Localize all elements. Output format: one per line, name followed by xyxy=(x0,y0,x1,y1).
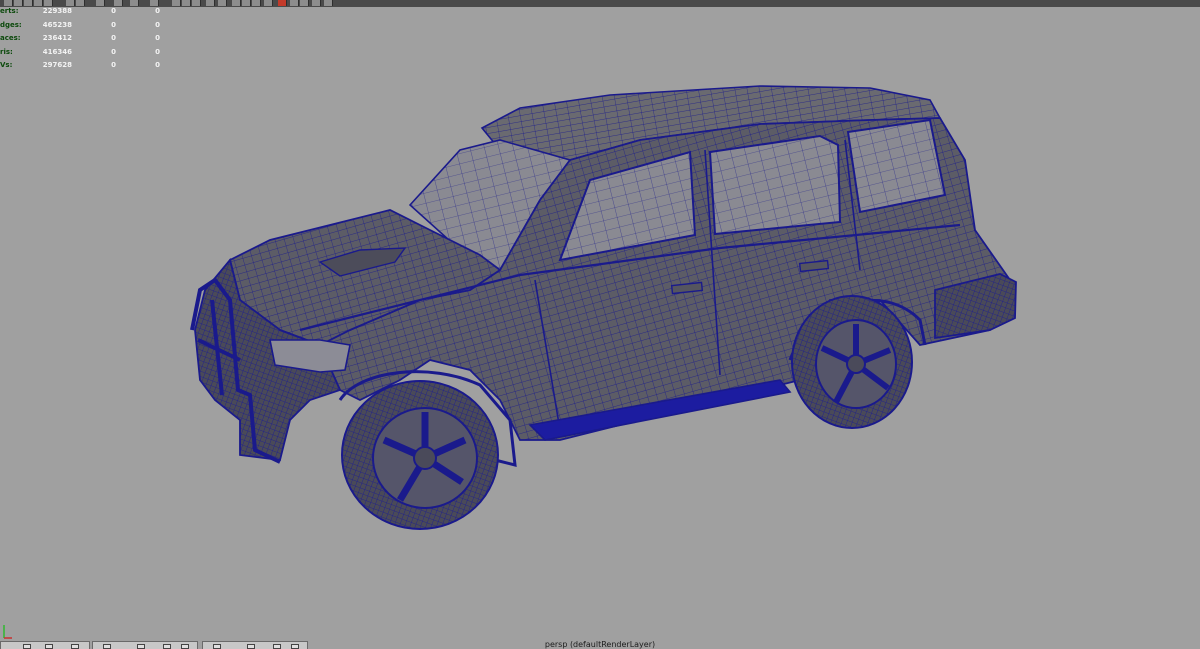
hud-row-edges: dges: 465238 0 0 xyxy=(0,21,170,35)
hud-row-uvs: Vs: 297628 0 0 xyxy=(0,61,170,75)
hud-value: 0 xyxy=(111,34,116,43)
hud-value: 0 xyxy=(111,61,116,70)
hud-row-faces: aces: 236412 0 0 xyxy=(0,34,170,48)
hud-label: dges: xyxy=(0,20,22,29)
poly-count-hud: erts: 229388 0 0 dges: 465238 0 0 aces: … xyxy=(0,7,170,75)
hud-value: 0 xyxy=(155,61,160,70)
hud-value: 0 xyxy=(155,34,160,43)
hud-value: 0 xyxy=(111,7,116,15)
hud-value: 465238 xyxy=(42,20,72,29)
hud-value: 416346 xyxy=(42,47,72,56)
hud-value: 236412 xyxy=(42,34,72,43)
hud-label: ris: xyxy=(0,47,13,56)
quarter-window[interactable] xyxy=(846,118,947,214)
front-wheel[interactable] xyxy=(341,380,499,530)
hud-value: 0 xyxy=(155,20,160,29)
hud-row-verts: erts: 229388 0 0 xyxy=(0,7,170,21)
hud-value: 0 xyxy=(111,47,116,56)
rear-door-window[interactable] xyxy=(708,134,842,236)
suv-model[interactable] xyxy=(190,85,1017,530)
axis-gizmo-icon xyxy=(3,625,12,639)
hud-value: 297628 xyxy=(42,61,72,70)
camera-name-label: persp (defaultRenderLayer) xyxy=(544,640,656,649)
hud-label: erts: xyxy=(0,7,19,15)
hud-value: 229388 xyxy=(42,7,72,15)
hud-value: 0 xyxy=(111,20,116,29)
rear-wheel[interactable] xyxy=(791,295,913,429)
hud-label: Vs: xyxy=(0,61,13,70)
hud-value: 0 xyxy=(155,7,160,15)
hud-value: 0 xyxy=(155,47,160,56)
hud-label: aces: xyxy=(0,34,21,43)
viewport-3d[interactable] xyxy=(0,0,1200,649)
hud-row-tris: ris: 416346 0 0 xyxy=(0,48,170,62)
